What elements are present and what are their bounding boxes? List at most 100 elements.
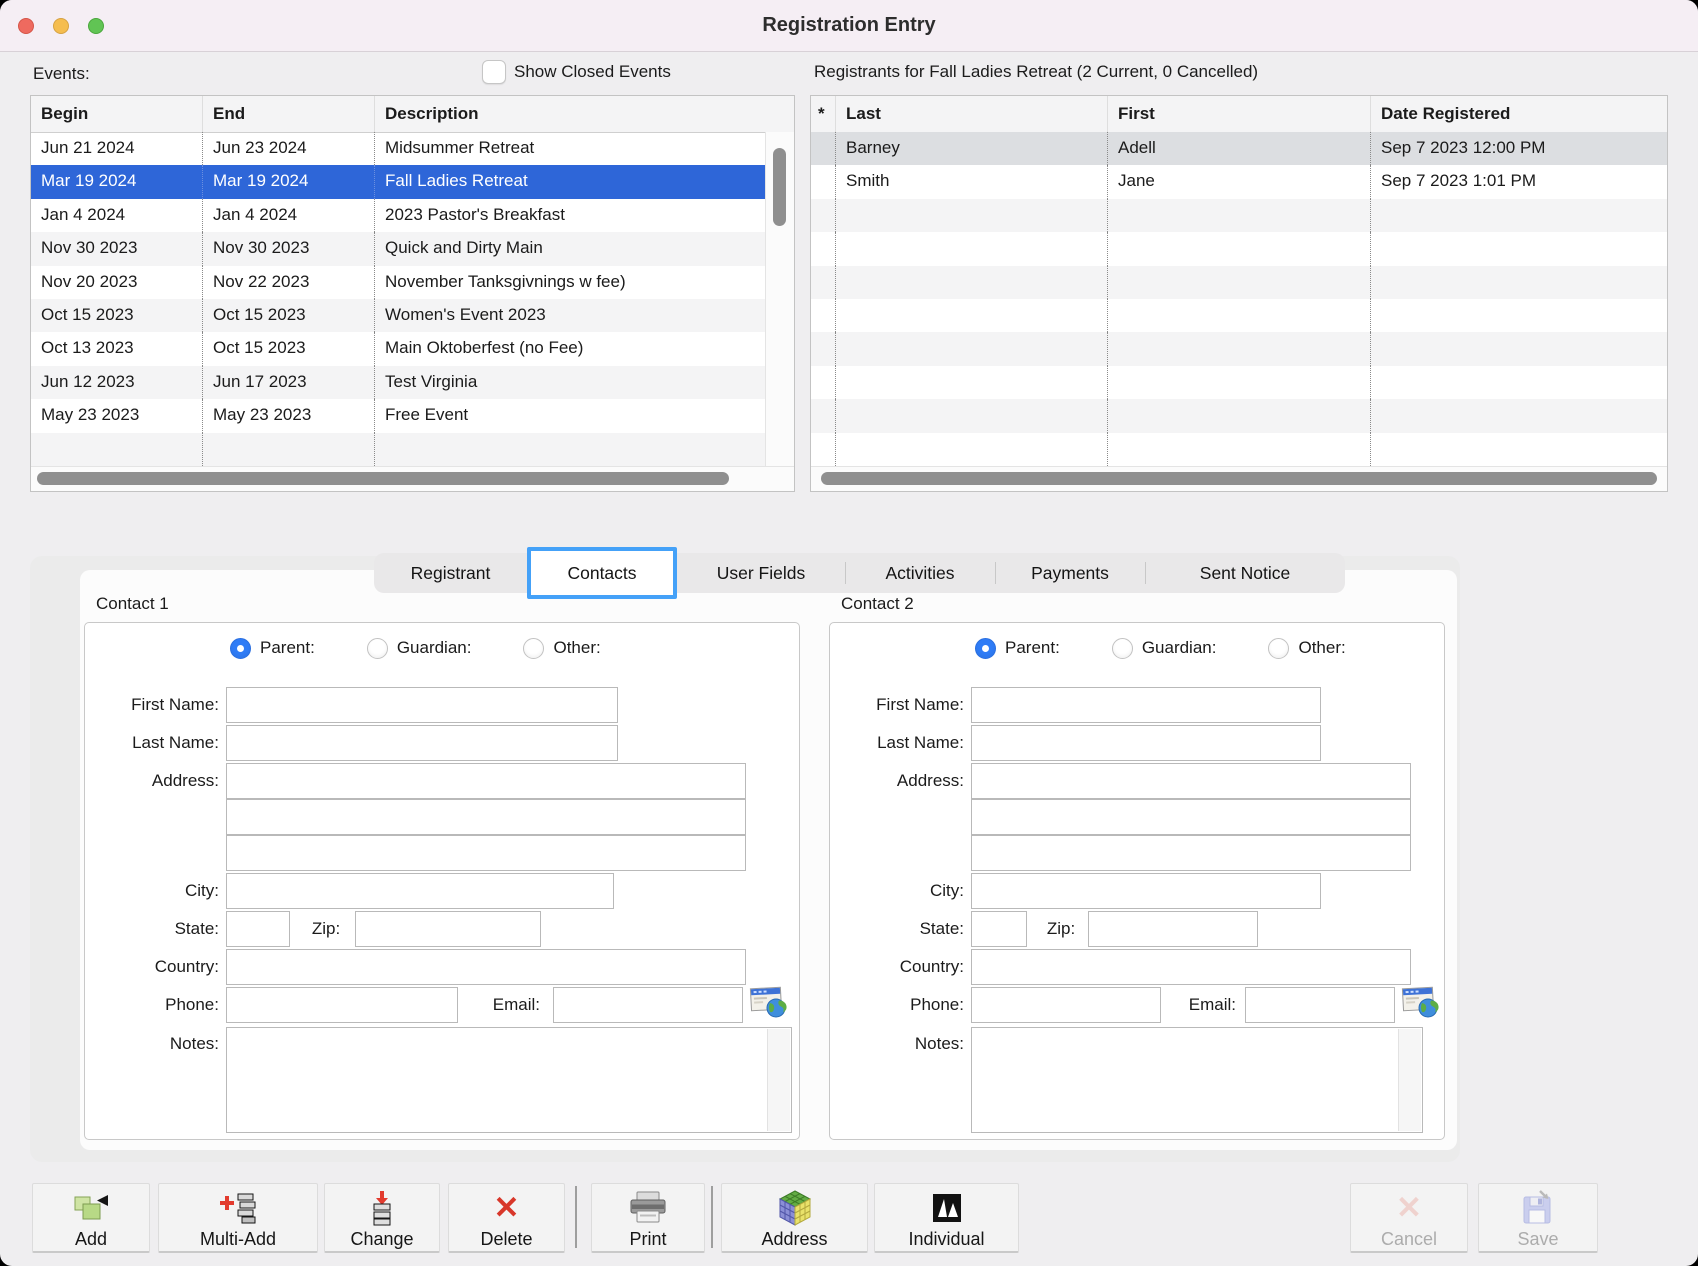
table-row-empty [811,299,1667,332]
other-label: Other: [553,638,600,658]
c2-notes-textarea[interactable] [971,1027,1423,1133]
c1-notes-textarea[interactable] [226,1027,792,1133]
c2-address-line3-input[interactable] [971,835,1411,871]
country-label: Country: [830,949,964,985]
column-header-end[interactable]: End [203,96,375,132]
c1-zip-input[interactable] [355,911,541,947]
column-header-first[interactable]: First [1108,96,1371,132]
cancel-button[interactable]: ✕ Cancel [1350,1183,1468,1253]
table-row-selected[interactable]: Barney Adell Sep 7 2023 12:00 PM [811,132,1667,165]
c1-city-input[interactable] [226,873,614,909]
table-row-empty [811,199,1667,232]
vertical-scrollbar-track[interactable] [765,132,794,467]
contact2-title: Contact 2 [841,594,914,614]
column-header-star[interactable]: * [811,96,836,132]
tab-contacts[interactable]: Contacts [527,547,677,599]
state-label: State: [85,911,219,947]
print-button[interactable]: Print [591,1183,705,1253]
vertical-scrollbar-thumb[interactable] [773,148,786,226]
save-button[interactable]: Save [1478,1183,1598,1253]
tab-payments[interactable]: Payments [995,553,1145,593]
parent-label: Parent: [1005,638,1060,658]
cell-empty [203,433,375,466]
c2-other-radio[interactable] [1268,638,1289,659]
table-row[interactable]: Oct 15 2023 Oct 15 2023 Women's Event 20… [31,299,766,332]
individual-button[interactable]: Individual [874,1183,1019,1253]
c1-other-radio[interactable] [523,638,544,659]
c1-address-line1-input[interactable] [226,763,746,799]
table-row[interactable]: Smith Jane Sep 7 2023 1:01 PM [811,165,1667,198]
table-row-empty [811,433,1667,466]
horizontal-scrollbar-track[interactable] [811,466,1667,491]
c2-email-input[interactable] [1245,987,1395,1023]
zip-label: Zip: [1035,911,1087,947]
c1-parent-radio[interactable] [230,638,251,659]
table-row[interactable]: Jan 4 2024 Jan 4 2024 2023 Pastor's Brea… [31,199,766,232]
c2-address-line1-input[interactable] [971,763,1411,799]
c1-guardian-radio[interactable] [367,638,388,659]
cell-date: Sep 7 2023 12:00 PM [1371,132,1667,165]
cell-date: Sep 7 2023 1:01 PM [1371,165,1667,198]
cell-begin: Oct 13 2023 [31,332,203,365]
close-button[interactable] [18,18,34,34]
email-launch-icon[interactable] [1401,986,1439,1020]
add-button[interactable]: Add [32,1183,150,1253]
delete-button[interactable]: ✕ Delete [448,1183,565,1253]
country-label: Country: [85,949,219,985]
c1-first-name-input[interactable] [226,687,618,723]
cell-begin: Jan 4 2024 [31,199,203,232]
events-table: Begin End Description Jun 21 2024 Jun 23… [30,95,795,492]
column-header-last[interactable]: Last [836,96,1108,132]
c1-state-input[interactable] [226,911,290,947]
c2-country-input[interactable] [971,949,1411,985]
c2-parent-radio[interactable] [975,638,996,659]
show-closed-events-checkbox[interactable] [482,60,506,84]
table-row[interactable]: Nov 20 2023 Nov 22 2023 November Tanksgi… [31,266,766,299]
tab-sent-notice[interactable]: Sent Notice [1145,553,1345,593]
c2-city-input[interactable] [971,873,1321,909]
tab-registrant[interactable]: Registrant [374,553,527,593]
delete-icon: ✕ [449,1184,564,1229]
c2-state-input[interactable] [971,911,1027,947]
table-row[interactable]: Oct 13 2023 Oct 15 2023 Main Oktoberfest… [31,332,766,365]
tab-user-fields[interactable]: User Fields [677,553,845,593]
registrants-table-header: * Last First Date Registered [811,96,1667,133]
registration-entry-window: Registration Entry Events: Show Closed E… [0,0,1698,1266]
address-button[interactable]: Address [721,1183,868,1253]
table-row[interactable]: Jun 21 2024 Jun 23 2024 Midsummer Retrea… [31,132,766,165]
change-button[interactable]: Change [324,1183,440,1253]
column-header-description[interactable]: Description [375,96,794,132]
phone-label: Phone: [830,987,964,1023]
table-row-selected[interactable]: Mar 19 2024 Mar 19 2024 Fall Ladies Retr… [31,165,766,198]
c2-address-line2-input[interactable] [971,799,1411,835]
email-launch-icon[interactable] [749,986,787,1020]
table-row[interactable]: Nov 30 2023 Nov 30 2023 Quick and Dirty … [31,232,766,265]
cell-first: Jane [1108,165,1371,198]
c1-country-input[interactable] [226,949,746,985]
multi-add-button[interactable]: Multi-Add [158,1183,318,1253]
notes-scrollbar-track[interactable] [767,1029,790,1131]
horizontal-scrollbar-track[interactable] [31,466,794,491]
cell-star [811,165,836,198]
horizontal-scrollbar-thumb[interactable] [37,472,729,485]
c1-address-line2-input[interactable] [226,799,746,835]
c1-last-name-input[interactable] [226,725,618,761]
cell-description: Women's Event 2023 [375,299,766,332]
cell-first: Adell [1108,132,1371,165]
c2-first-name-input[interactable] [971,687,1321,723]
address-cube-icon [722,1184,867,1229]
table-row[interactable]: May 23 2023 May 23 2023 Free Event [31,399,766,432]
column-header-date-registered[interactable]: Date Registered [1371,96,1667,132]
column-header-begin[interactable]: Begin [31,96,203,132]
c2-guardian-radio[interactable] [1112,638,1133,659]
c2-last-name-input[interactable] [971,725,1321,761]
horizontal-scrollbar-thumb[interactable] [821,472,1657,485]
c1-address-line3-input[interactable] [226,835,746,871]
notes-scrollbar-track[interactable] [1398,1029,1421,1131]
minimize-button[interactable] [53,18,69,34]
tab-activities[interactable]: Activities [845,553,995,593]
zoom-button[interactable] [88,18,104,34]
table-row[interactable]: Jun 12 2023 Jun 17 2023 Test Virginia [31,366,766,399]
c1-email-input[interactable] [553,987,743,1023]
c2-zip-input[interactable] [1088,911,1258,947]
